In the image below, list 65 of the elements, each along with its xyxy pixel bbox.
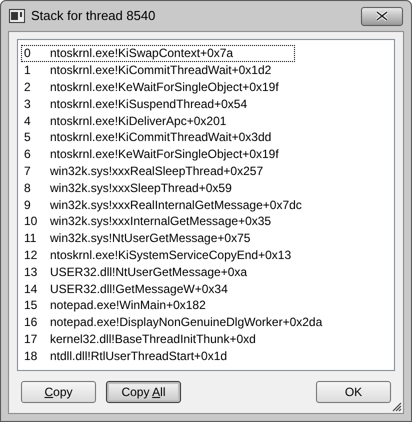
copy-button[interactable]: Copy [21, 381, 96, 403]
copy-button[interactable]: Copy All [106, 381, 181, 403]
frame-name: win32k.sys!xxxInternalGetMessage+0x35 [50, 213, 272, 230]
close-icon [376, 11, 388, 21]
frame-index: 12 [24, 246, 38, 264]
frame-name: win32k.sys!xxxRealInternalGetMessage+0x7dc [50, 196, 302, 214]
frame-index: 16 [24, 314, 38, 332]
window-app-icon [9, 9, 25, 23]
stack-frame-row[interactable]: 6 ntoskrnl.exe!KeWaitForSingleObject+0x19f [21, 146, 295, 163]
stack-frame-row[interactable]: 2 ntoskrnl.exe!KeWaitForSingleObject+0x19f [21, 78, 295, 96]
close-button[interactable] [361, 6, 403, 26]
frame-name: ntoskrnl.exe!KiCommitThreadWait+0x3dd [50, 129, 272, 146]
frame-index: 15 [24, 297, 38, 314]
ok-button[interactable]: OK [316, 381, 391, 403]
stack-frame-row[interactable]: 5 ntoskrnl.exe!KiCommitThreadWait+0x3dd [21, 128, 295, 146]
frame-name: notepad.exe!WinMain+0x182 [50, 297, 206, 314]
frame-name: ntoskrnl.exe!KiSwapContext+0x7a [50, 45, 234, 62]
frame-index: 3 [24, 96, 32, 113]
frame-index: 0 [24, 45, 32, 62]
frame-index: 2 [24, 79, 32, 96]
frame-index: 14 [24, 280, 38, 298]
stack-frame-row[interactable]: 15 notepad.exe!WinMain+0x182 [21, 296, 295, 314]
stack-frame-row[interactable]: 14 USER32.dll!GetMessageW+0x34 [21, 280, 295, 297]
frame-name: USER32.dll!NtUserGetMessage+0xa [50, 264, 248, 281]
frame-index: 11 [24, 230, 38, 248]
stack-frame-row[interactable]: 18 ntdll.dll!RtlUserThreadStart+0x1d [21, 347, 295, 364]
frame-name: ntoskrnl.exe!KiSuspendThread+0x54 [50, 96, 248, 113]
stack-frame-row[interactable]: 12 ntoskrnl.exe!KiSystemServiceCopyEnd+0x13 [21, 246, 295, 264]
frame-name: win32k.sys!xxxSleepThread+0x59 [50, 180, 232, 197]
frame-index: 18 [24, 348, 38, 365]
frame-name: ntoskrnl.exe!KiDeliverApc+0x201 [50, 112, 226, 130]
stack-frame-row[interactable]: 10 win32k.sys!xxxInternalGetMessage+0x35 [21, 212, 295, 230]
frame-name: notepad.exe!DisplayNonGenuineDlgWorker+0x2da [50, 314, 322, 332]
frame-name: ntoskrnl.exe!KeWaitForSingleObject+0x19f [50, 79, 279, 96]
frame-index: 13 [24, 264, 38, 281]
stack-frame-row[interactable]: 8 win32k.sys!xxxSleepThread+0x59 [21, 179, 295, 196]
frame-index: 5 [24, 129, 32, 146]
frame-index: 6 [24, 146, 32, 164]
stack-frame-row[interactable]: 4 ntoskrnl.exe!KiDeliverApc+0x201 [21, 112, 295, 129]
frame-index: 17 [24, 330, 38, 348]
frame-index: 10 [24, 213, 38, 230]
frame-name: ntdll.dll!RtlUserThreadStart+0x1d [50, 348, 228, 365]
stack-frame-row[interactable]: 3 ntoskrnl.exe!KiSuspendThread+0x54 [21, 95, 295, 112]
stack-frame-row[interactable]: 7 win32k.sys!xxxRealSleepThread+0x257 [21, 162, 295, 180]
frame-index: 7 [24, 162, 32, 180]
frame-index: 8 [24, 180, 32, 197]
stack-frame-row[interactable]: 9 win32k.sys!xxxRealInternalGetMessage+0x7dc [21, 196, 304, 213]
window-title: Stack for thread 8540 [31, 7, 156, 26]
frame-index: 1 [24, 62, 32, 80]
frame-name: ntoskrnl.exe!KiCommitThreadWait+0x1d2 [50, 62, 272, 80]
frame-name: win32k.sys!NtUserGetMessage+0x75 [50, 230, 250, 248]
resize-grip-icon [392, 402, 402, 412]
stack-frame-row[interactable]: 13 USER32.dll!NtUserGetMessage+0xa [21, 263, 295, 280]
stack-frame-row[interactable]: 16 notepad.exe!DisplayNonGenuineDlgWorker+0x2da [21, 314, 324, 331]
stack-frame-row[interactable]: 1 ntoskrnl.exe!KiCommitThreadWait+0x1d2 [21, 62, 295, 79]
frame-name: ntoskrnl.exe!KiSystemServiceCopyEnd+0x13 [50, 246, 292, 264]
frame-name: USER32.dll!GetMessageW+0x34 [50, 280, 228, 298]
frame-name: win32k.sys!xxxRealSleepThread+0x257 [50, 162, 264, 180]
frame-name: kernel32.dll!BaseThreadInitThunk+0xd [50, 330, 256, 348]
stack-frame-row[interactable]: 11 win32k.sys!NtUserGetMessage+0x75 [21, 230, 295, 247]
stack-frame-row[interactable]: 0 ntoskrnl.exe!KiSwapContext+0x7a [21, 45, 295, 62]
frame-name: ntoskrnl.exe!KeWaitForSingleObject+0x19f [50, 146, 279, 164]
frame-index: 9 [24, 196, 32, 214]
frame-index: 4 [24, 112, 32, 130]
stack-frame-row[interactable]: 17 kernel32.dll!BaseThreadInitThunk+0xd [21, 330, 295, 348]
